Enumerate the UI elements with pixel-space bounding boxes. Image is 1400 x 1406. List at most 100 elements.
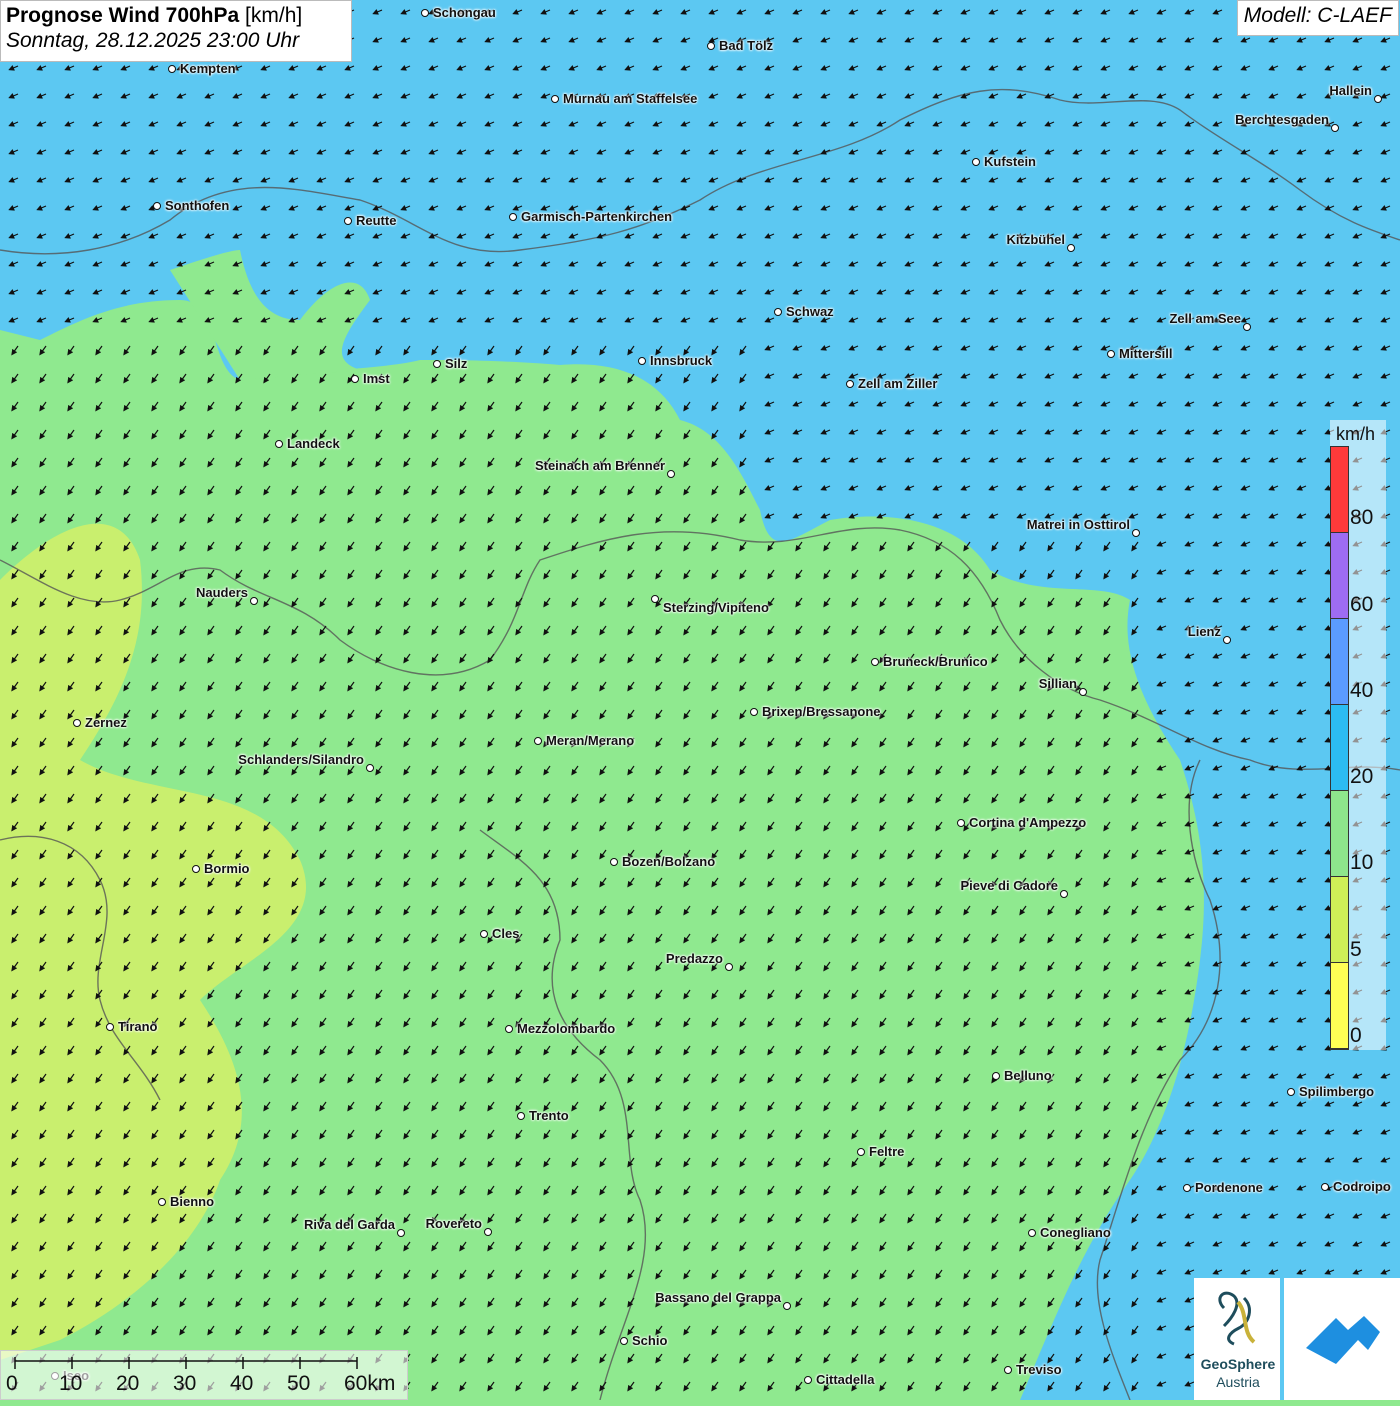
city-label: Bruneck/Brunico [883,654,988,669]
legend-tick-label: 0 [1350,1024,1362,1047]
city-marker [1374,95,1382,103]
city-label: Imst [363,371,390,386]
scale-label: 0 [6,1372,18,1395]
city-marker [871,658,879,666]
city-marker [192,865,200,873]
city-marker [667,470,675,478]
logo-name: GeoSphere [1200,1356,1276,1372]
legend-swatch [1331,619,1348,705]
city-label: Bozen/Bolzano [622,854,716,869]
city-label: Schongau [433,5,496,20]
geosphere-swirl-icon [1218,1291,1256,1346]
city-marker [366,764,374,772]
city-marker [1287,1088,1295,1096]
city-label: Bormio [204,861,250,876]
city-label: Treviso [1016,1362,1062,1377]
city-label: Mittersill [1119,346,1173,361]
city-label: Garmisch-Partenkirchen [521,209,673,224]
city-label: Zell am See [1169,311,1241,326]
city-marker [1321,1183,1329,1191]
title-box: Prognose Wind 700hPa [km/h] Sonntag, 28.… [0,0,352,62]
city-marker [153,202,161,210]
city-label: Mezzolombardo [517,1021,616,1036]
city-marker [1223,636,1231,644]
city-marker [484,1228,492,1236]
city-marker [707,42,715,50]
city-marker [774,308,782,316]
city-label: Bad Tölz [719,38,774,53]
city-label: Codroipo [1333,1179,1391,1194]
city-marker [1060,890,1068,898]
scale-label: 40 [230,1372,254,1395]
city-marker [992,1072,1000,1080]
city-marker [1132,529,1140,537]
legend-tick-label: 10 [1350,851,1374,874]
legend-tick-label: 5 [1350,938,1362,961]
city-label: Bienno [170,1194,215,1209]
city-marker [857,1148,865,1156]
city-marker [1331,124,1339,132]
city-label: Kitzbühel [1006,232,1066,247]
city-label: Reutte [356,213,397,228]
city-label: Murnau am Staffelsee [563,91,698,106]
city-marker [1183,1184,1191,1192]
legend-swatch [1331,963,1348,1049]
city-marker [397,1229,405,1237]
city-marker [610,858,618,866]
city-marker [1028,1229,1036,1237]
city-label: Sillian [1038,676,1077,691]
legend-swatch [1331,877,1348,963]
partner-logo [1284,1278,1400,1400]
city-label: Tirano [118,1019,158,1034]
city-label: Brixen/Bressanone [762,704,881,719]
city-label: Spilimbergo [1299,1084,1375,1099]
city-label: Berchtesgaden [1235,112,1329,127]
city-label: Sterzing/Vipiteno [663,600,769,615]
city-marker [551,95,559,103]
city-marker [1067,244,1075,252]
city-label: Schlanders/Silandro [238,752,364,767]
legend-tick-label: 20 [1350,765,1374,788]
city-marker [351,375,359,383]
city-label: Rovereto [425,1216,482,1231]
city-label: Landeck [287,436,340,451]
city-marker [480,930,488,938]
city-marker [1107,350,1115,358]
title-unit: [km/h] [245,4,303,27]
city-label: Nauders [195,585,248,600]
city-marker [972,158,980,166]
city-marker [421,9,429,17]
city-label: Schio [632,1333,668,1348]
city-label: Sonthofen [165,198,230,213]
city-marker [275,440,283,448]
city-marker [158,1198,166,1206]
scale-label: 10 [59,1372,83,1395]
city-marker [505,1025,513,1033]
city-label: Bassano del Grappa [655,1290,781,1305]
city-label: Silz [445,356,468,371]
city-label: Feltre [869,1144,905,1159]
legend-color-bar [1330,446,1349,1050]
legend-swatch [1331,447,1348,533]
city-label: Riva del Garda [303,1217,395,1232]
city-marker [168,65,176,73]
city-label: Belluno [1004,1068,1052,1083]
city-marker [1004,1366,1012,1374]
city-marker [846,380,854,388]
city-label: Pordenone [1195,1180,1263,1195]
legend-tick-label: 60 [1350,593,1374,616]
legend-unit: km/h [1336,424,1376,444]
city-marker [1079,688,1087,696]
city-label: Trento [529,1108,569,1123]
city-label: Conegliano [1040,1225,1111,1240]
city-marker [73,719,81,727]
city-marker [250,597,258,605]
city-label: Predazzo [665,951,723,966]
city-label: Matrei in Osttirol [1026,517,1130,532]
city-label: Schwaz [786,304,834,319]
logo-sub: Austria [1216,1374,1260,1390]
city-marker [534,737,542,745]
city-marker [344,217,352,225]
city-marker [517,1112,525,1120]
city-marker [804,1376,812,1384]
